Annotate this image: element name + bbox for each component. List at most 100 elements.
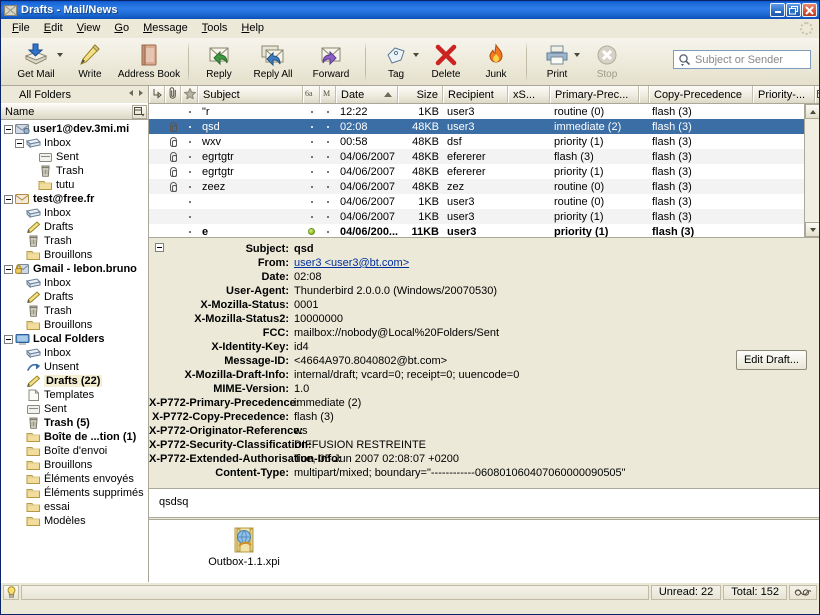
- folder-tree-item[interactable]: Drafts: [1, 290, 148, 304]
- column-header-size[interactable]: Size: [398, 86, 443, 103]
- folder-tree-item[interactable]: Modèles: [1, 514, 148, 528]
- message-row[interactable]: "r12:221KBuser3routine (0)flash (3): [149, 104, 819, 119]
- folder-tree-item[interactable]: Brouillons: [1, 248, 148, 262]
- collapse-twisty-icon[interactable]: [4, 195, 13, 204]
- menu-edit[interactable]: Edit: [37, 20, 70, 36]
- folder-tree-item[interactable]: Inbox: [1, 346, 148, 360]
- folder-tree-item[interactable]: Trash: [1, 304, 148, 318]
- write-button[interactable]: Write: [65, 40, 115, 84]
- delete-button[interactable]: Delete: [421, 40, 471, 84]
- column-picker-button[interactable]: [132, 105, 147, 119]
- message-row[interactable]: zeez04/06/2007 ...48KBzezroutine (0)flas…: [149, 179, 819, 194]
- message-list-body[interactable]: "r12:221KBuser3routine (0)flash (3)qsd02…: [149, 104, 819, 237]
- from-address-link[interactable]: user3 <user3@bt.com>: [294, 257, 409, 269]
- message-column-picker-button[interactable]: [815, 86, 820, 103]
- message-row[interactable]: wxv00:5848KBdsfpriority (1)flash (3): [149, 134, 819, 149]
- reply-button[interactable]: Reply: [194, 40, 244, 84]
- print-button[interactable]: Print: [532, 40, 582, 84]
- column-header-recipient[interactable]: Recipient: [443, 86, 508, 103]
- header-collapse-twisty[interactable]: [155, 243, 164, 252]
- chevron-right-icon[interactable]: [139, 90, 143, 96]
- folder-tree[interactable]: user1@dev.3mi.miInboxSentTrashtututest@f…: [1, 120, 148, 582]
- print-dropdown-icon[interactable]: [574, 53, 580, 57]
- folder-tree-item[interactable]: Éléments envoyés: [1, 472, 148, 486]
- menu-help[interactable]: Help: [234, 20, 271, 36]
- message-list-header[interactable]: Subject6aMDateSizeRecipientxS...Primary-…: [149, 86, 819, 104]
- message-rows[interactable]: "r12:221KBuser3routine (0)flash (3)qsd02…: [149, 104, 819, 237]
- column-header-attachment[interactable]: [165, 86, 181, 103]
- folder-tree-item[interactable]: Local Folders: [1, 332, 148, 346]
- message-row[interactable]: qsd02:0848KBuser3immediate (2)flash (3): [149, 119, 819, 134]
- menu-message[interactable]: Message: [136, 20, 195, 36]
- column-header-blank[interactable]: [639, 86, 649, 103]
- message-row[interactable]: egrtgtr04/06/2007 ...48KBeferererpriorit…: [149, 164, 819, 179]
- close-button[interactable]: [802, 3, 817, 17]
- collapse-twisty-icon[interactable]: [4, 125, 13, 134]
- column-header-subject[interactable]: Subject: [198, 86, 303, 103]
- folder-tree-item[interactable]: Templates: [1, 388, 148, 402]
- folder-tree-item[interactable]: Trash: [1, 164, 148, 178]
- column-header-primaryprec[interactable]: Primary-Prec...: [550, 86, 639, 103]
- folder-tree-item[interactable]: Unsent: [1, 360, 148, 374]
- folder-tree-item[interactable]: Drafts: [1, 220, 148, 234]
- edit-draft-button[interactable]: Edit Draft...: [736, 350, 807, 370]
- column-header-thread[interactable]: [149, 86, 165, 103]
- collapse-twisty-icon[interactable]: [4, 335, 13, 344]
- folder-tree-item[interactable]: test@free.fr: [1, 192, 148, 206]
- menu-go[interactable]: Go: [107, 20, 136, 36]
- folder-mode-selector[interactable]: All Folders: [1, 86, 148, 103]
- folder-tree-item[interactable]: user1@dev.3mi.mi: [1, 122, 148, 136]
- scroll-down-button[interactable]: [805, 222, 819, 237]
- chevron-left-icon[interactable]: [129, 90, 133, 96]
- collapse-twisty-icon[interactable]: [4, 265, 13, 274]
- search-input[interactable]: Subject or Sender: [695, 54, 783, 66]
- column-header-priority[interactable]: Priority-...: [753, 86, 815, 103]
- folder-tree-item[interactable]: Sent: [1, 402, 148, 416]
- folder-tree-item[interactable]: Trash: [1, 234, 148, 248]
- attachment-item[interactable]: Outbox-1.1.xpi: [204, 526, 284, 582]
- collapse-twisty-icon[interactable]: [15, 139, 24, 148]
- menu-tools[interactable]: Tools: [195, 20, 235, 36]
- folder-tree-item[interactable]: essai: [1, 500, 148, 514]
- column-header-star[interactable]: [181, 86, 198, 103]
- folder-tree-item[interactable]: Inbox: [1, 136, 148, 150]
- junk-button[interactable]: Junk: [471, 40, 521, 84]
- folder-tree-item[interactable]: Trash (5): [1, 416, 148, 430]
- message-row[interactable]: e04/06/200...11KBuser3priority (1)flash …: [149, 224, 819, 237]
- folder-tree-item[interactable]: tutu: [1, 178, 148, 192]
- folder-tree-item[interactable]: Inbox: [1, 276, 148, 290]
- search-box[interactable]: Subject or Sender: [673, 50, 811, 69]
- message-row[interactable]: egrtgtr04/06/2007 ...48KBeferererflash (…: [149, 149, 819, 164]
- folder-tree-item[interactable]: Boîte d'envoi: [1, 444, 148, 458]
- get-mail-dropdown-icon[interactable]: [57, 53, 63, 57]
- maximize-restore-button[interactable]: [786, 3, 801, 17]
- column-header-copyprecedence[interactable]: Copy-Precedence: [649, 86, 753, 103]
- folder-column-header[interactable]: Name: [1, 103, 148, 120]
- folder-tree-item[interactable]: Éléments supprimés: [1, 486, 148, 500]
- message-list-scrollbar[interactable]: [804, 104, 819, 237]
- offline-connect-icon[interactable]: [789, 585, 817, 600]
- address-book-button[interactable]: Address Book: [115, 40, 183, 84]
- folder-mode-arrows[interactable]: [129, 90, 143, 96]
- column-header-junk-col[interactable]: M: [320, 86, 336, 103]
- lightbulb-icon[interactable]: [3, 585, 19, 600]
- column-header-date[interactable]: Date: [336, 86, 398, 103]
- menu-view[interactable]: View: [70, 20, 108, 36]
- scroll-up-button[interactable]: [805, 104, 819, 119]
- folder-tree-item[interactable]: Sent: [1, 150, 148, 164]
- menu-file[interactable]: File: [5, 20, 37, 36]
- message-row[interactable]: 04/06/2007 ...1KBuser3routine (0)flash (…: [149, 194, 819, 209]
- folder-tree-item[interactable]: Drafts (22): [1, 374, 148, 388]
- folder-tree-item[interactable]: Brouillons: [1, 458, 148, 472]
- folder-tree-item[interactable]: Boîte de ...tion (1): [1, 430, 148, 444]
- column-header-read[interactable]: 6a: [303, 86, 320, 103]
- forward-button[interactable]: Forward: [302, 40, 360, 84]
- get-mail-button[interactable]: Get Mail: [7, 40, 65, 84]
- header-field-link[interactable]: user3 <user3@bt.com>: [294, 256, 409, 270]
- folder-tree-item[interactable]: Brouillons: [1, 318, 148, 332]
- column-header-xs[interactable]: xS...: [508, 86, 550, 103]
- minimize-button[interactable]: [770, 3, 785, 17]
- folder-tree-item[interactable]: Gmail - lebon.bruno: [1, 262, 148, 276]
- tag-button[interactable]: Tag: [371, 40, 421, 84]
- reply-all-button[interactable]: Reply All: [244, 40, 302, 84]
